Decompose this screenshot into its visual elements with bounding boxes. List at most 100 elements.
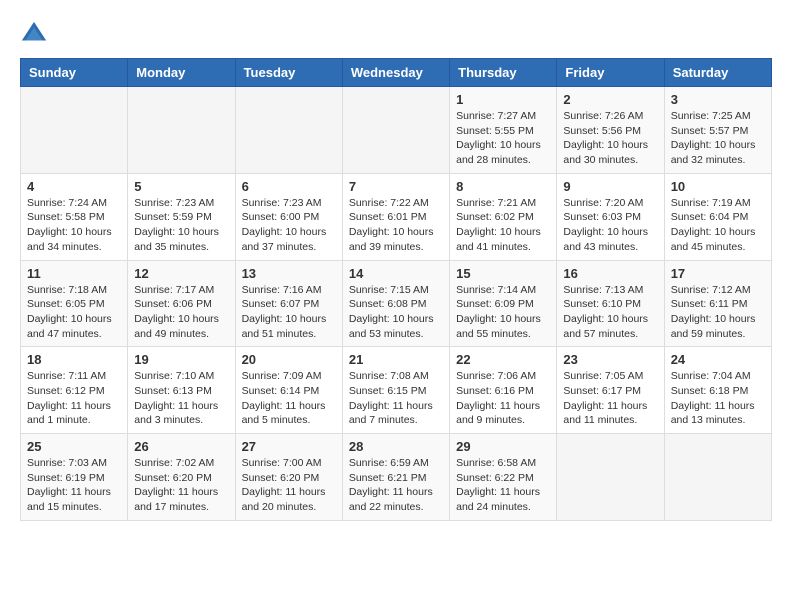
calendar-cell: 27 Sunrise: 7:00 AMSunset: 6:20 PMDayligh… <box>235 434 342 521</box>
calendar-cell: 3 Sunrise: 7:25 AMSunset: 5:57 PMDaylight… <box>664 87 771 174</box>
calendar-cell <box>128 87 235 174</box>
day-number: 12 <box>134 266 228 281</box>
weekday-header-thursday: Thursday <box>450 59 557 87</box>
day-number: 3 <box>671 92 765 107</box>
logo <box>20 20 52 48</box>
weekday-header-friday: Friday <box>557 59 664 87</box>
weekday-header-monday: Monday <box>128 59 235 87</box>
calendar-cell <box>557 434 664 521</box>
day-info: Sunrise: 7:12 AMSunset: 6:11 PMDaylight:… <box>671 283 765 342</box>
day-info: Sunrise: 7:21 AMSunset: 6:02 PMDaylight:… <box>456 196 550 255</box>
calendar-cell <box>235 87 342 174</box>
day-number: 29 <box>456 439 550 454</box>
calendar-cell: 1 Sunrise: 7:27 AMSunset: 5:55 PMDaylight… <box>450 87 557 174</box>
day-number: 23 <box>563 352 657 367</box>
day-info: Sunrise: 7:25 AMSunset: 5:57 PMDaylight:… <box>671 109 765 168</box>
day-number: 10 <box>671 179 765 194</box>
calendar-cell: 20 Sunrise: 7:09 AMSunset: 6:14 PMDayligh… <box>235 347 342 434</box>
calendar-week-3: 11 Sunrise: 7:18 AMSunset: 6:05 PMDayligh… <box>21 260 772 347</box>
calendar-cell: 4 Sunrise: 7:24 AMSunset: 5:58 PMDaylight… <box>21 173 128 260</box>
day-info: Sunrise: 7:13 AMSunset: 6:10 PMDaylight:… <box>563 283 657 342</box>
weekday-header-wednesday: Wednesday <box>342 59 449 87</box>
day-number: 28 <box>349 439 443 454</box>
day-number: 22 <box>456 352 550 367</box>
weekday-header-sunday: Sunday <box>21 59 128 87</box>
calendar-cell: 13 Sunrise: 7:16 AMSunset: 6:07 PMDayligh… <box>235 260 342 347</box>
calendar-table: SundayMondayTuesdayWednesdayThursdayFrid… <box>20 58 772 521</box>
page-header <box>20 20 772 48</box>
calendar-cell: 5Sunrise: 7:23 AMSunset: 5:59 PMDaylight… <box>128 173 235 260</box>
calendar-header: SundayMondayTuesdayWednesdayThursdayFrid… <box>21 59 772 87</box>
calendar-body: 1 Sunrise: 7:27 AMSunset: 5:55 PMDaylight… <box>21 87 772 521</box>
day-info: Sunrise: 7:15 AMSunset: 6:08 PMDaylight:… <box>349 283 443 342</box>
calendar-cell: 8 Sunrise: 7:21 AMSunset: 6:02 PMDaylight… <box>450 173 557 260</box>
day-info: Sunrise: 7:18 AMSunset: 6:05 PMDaylight:… <box>27 283 121 342</box>
day-info: Sunrise: 7:04 AMSunset: 6:18 PMDaylight:… <box>671 369 765 428</box>
calendar-cell: 14 Sunrise: 7:15 AMSunset: 6:08 PMDayligh… <box>342 260 449 347</box>
day-info: Sunrise: 7:22 AMSunset: 6:01 PMDaylight:… <box>349 196 443 255</box>
day-info: Sunrise: 7:09 AMSunset: 6:14 PMDaylight:… <box>242 369 336 428</box>
calendar-cell: 2Sunrise: 7:26 AMSunset: 5:56 PMDaylight… <box>557 87 664 174</box>
calendar-cell: 28 Sunrise: 6:59 AMSunset: 6:21 PMDayligh… <box>342 434 449 521</box>
day-info: Sunrise: 7:02 AMSunset: 6:20 PMDaylight:… <box>134 456 228 515</box>
day-number: 4 <box>27 179 121 194</box>
calendar-cell: 16 Sunrise: 7:13 AMSunset: 6:10 PMDayligh… <box>557 260 664 347</box>
day-number: 8 <box>456 179 550 194</box>
calendar-cell: 6 Sunrise: 7:23 AMSunset: 6:00 PMDaylight… <box>235 173 342 260</box>
day-number: 2 <box>563 92 657 107</box>
calendar-cell: 18 Sunrise: 7:11 AMSunset: 6:12 PMDayligh… <box>21 347 128 434</box>
calendar-cell: 19 Sunrise: 7:10 AMSunset: 6:13 PMDayligh… <box>128 347 235 434</box>
calendar-cell <box>342 87 449 174</box>
day-info: Sunrise: 7:00 AMSunset: 6:20 PMDaylight:… <box>242 456 336 515</box>
day-info: Sunrise: 7:23 AMSunset: 6:00 PMDaylight:… <box>242 196 336 255</box>
day-number: 15 <box>456 266 550 281</box>
calendar-cell <box>21 87 128 174</box>
day-info: Sunrise: 7:05 AMSunset: 6:17 PMDaylight:… <box>563 369 657 428</box>
day-info: Sunrise: 7:23 AMSunset: 5:59 PMDaylight:… <box>134 196 228 255</box>
day-info: Sunrise: 7:24 AMSunset: 5:58 PMDaylight:… <box>27 196 121 255</box>
calendar-cell: 17Sunrise: 7:12 AMSunset: 6:11 PMDayligh… <box>664 260 771 347</box>
day-info: Sunrise: 7:11 AMSunset: 6:12 PMDaylight:… <box>27 369 121 428</box>
calendar-week-5: 25Sunrise: 7:03 AMSunset: 6:19 PMDayligh… <box>21 434 772 521</box>
calendar-cell: 11 Sunrise: 7:18 AMSunset: 6:05 PMDayligh… <box>21 260 128 347</box>
calendar-cell: 26 Sunrise: 7:02 AMSunset: 6:20 PMDayligh… <box>128 434 235 521</box>
day-number: 20 <box>242 352 336 367</box>
day-number: 11 <box>27 266 121 281</box>
day-info: Sunrise: 7:14 AMSunset: 6:09 PMDaylight:… <box>456 283 550 342</box>
day-info: Sunrise: 6:58 AMSunset: 6:22 PMDaylight:… <box>456 456 550 515</box>
day-number: 27 <box>242 439 336 454</box>
day-info: Sunrise: 7:03 AMSunset: 6:19 PMDaylight:… <box>27 456 121 515</box>
day-info: Sunrise: 7:19 AMSunset: 6:04 PMDaylight:… <box>671 196 765 255</box>
weekday-row: SundayMondayTuesdayWednesdayThursdayFrid… <box>21 59 772 87</box>
day-info: Sunrise: 7:17 AMSunset: 6:06 PMDaylight:… <box>134 283 228 342</box>
calendar-cell: 7 Sunrise: 7:22 AMSunset: 6:01 PMDaylight… <box>342 173 449 260</box>
day-number: 13 <box>242 266 336 281</box>
day-number: 9 <box>563 179 657 194</box>
day-info: Sunrise: 7:27 AMSunset: 5:55 PMDaylight:… <box>456 109 550 168</box>
day-number: 14 <box>349 266 443 281</box>
weekday-header-saturday: Saturday <box>664 59 771 87</box>
calendar-cell: 15 Sunrise: 7:14 AMSunset: 6:09 PMDayligh… <box>450 260 557 347</box>
calendar-cell: 23 Sunrise: 7:05 AMSunset: 6:17 PMDayligh… <box>557 347 664 434</box>
day-number: 26 <box>134 439 228 454</box>
day-number: 16 <box>563 266 657 281</box>
day-number: 21 <box>349 352 443 367</box>
calendar-cell: 22 Sunrise: 7:06 AMSunset: 6:16 PMDayligh… <box>450 347 557 434</box>
day-info: Sunrise: 6:59 AMSunset: 6:21 PMDaylight:… <box>349 456 443 515</box>
day-number: 7 <box>349 179 443 194</box>
day-number: 18 <box>27 352 121 367</box>
calendar-cell: 25Sunrise: 7:03 AMSunset: 6:19 PMDayligh… <box>21 434 128 521</box>
calendar-cell: 10 Sunrise: 7:19 AMSunset: 6:04 PMDayligh… <box>664 173 771 260</box>
day-info: Sunrise: 7:06 AMSunset: 6:16 PMDaylight:… <box>456 369 550 428</box>
calendar-week-4: 18 Sunrise: 7:11 AMSunset: 6:12 PMDayligh… <box>21 347 772 434</box>
day-info: Sunrise: 7:08 AMSunset: 6:15 PMDaylight:… <box>349 369 443 428</box>
day-info: Sunrise: 7:10 AMSunset: 6:13 PMDaylight:… <box>134 369 228 428</box>
calendar-cell: 12 Sunrise: 7:17 AMSunset: 6:06 PMDayligh… <box>128 260 235 347</box>
day-number: 1 <box>456 92 550 107</box>
calendar-cell: 9Sunrise: 7:20 AMSunset: 6:03 PMDaylight… <box>557 173 664 260</box>
logo-icon <box>20 20 48 48</box>
calendar-week-1: 1 Sunrise: 7:27 AMSunset: 5:55 PMDaylight… <box>21 87 772 174</box>
day-number: 19 <box>134 352 228 367</box>
day-number: 6 <box>242 179 336 194</box>
day-info: Sunrise: 7:16 AMSunset: 6:07 PMDaylight:… <box>242 283 336 342</box>
